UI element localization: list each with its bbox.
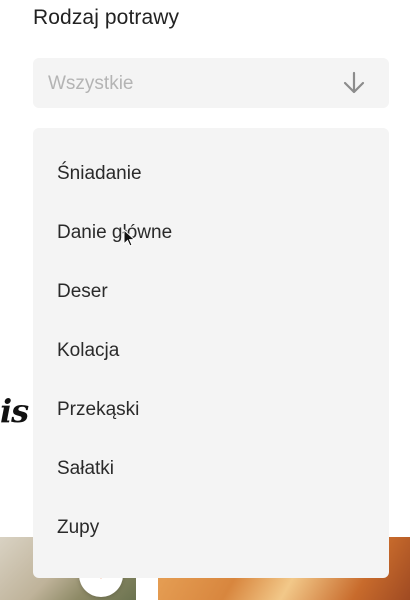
option-zupy[interactable]: Zupy [33, 508, 389, 567]
arrow-down-icon [343, 71, 365, 94]
option-kolacja[interactable]: Kolacja [33, 331, 389, 390]
selected-value: Wszystkie [48, 73, 134, 94]
option-przekaski[interactable]: Przekąski [33, 390, 389, 449]
option-deser[interactable]: Deser [33, 272, 389, 331]
option-sniadanie[interactable]: Śniadanie [33, 154, 389, 213]
option-danie-glowne[interactable]: Danie główne [33, 213, 389, 272]
background-heading-fragment: is [0, 392, 29, 430]
meal-type-select[interactable]: Wszystkie [33, 58, 389, 108]
field-label: Rodzaj potrawy [33, 6, 180, 29]
meal-type-dropdown-list: Śniadanie Danie główne Deser Kolacja Prz… [33, 128, 389, 578]
mouse-pointer-icon [123, 229, 136, 247]
option-salatki[interactable]: Sałatki [33, 449, 389, 508]
